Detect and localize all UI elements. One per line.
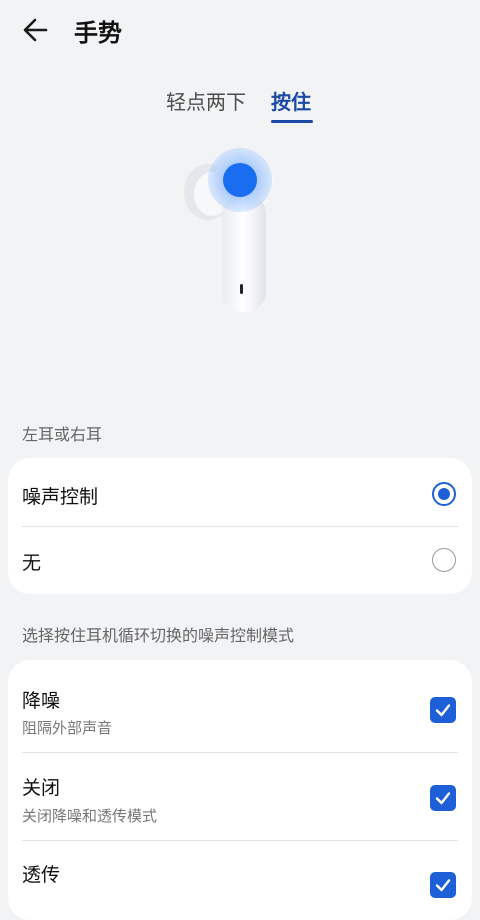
- mode-noise-cancel[interactable]: 降噪 阻隔外部声音: [8, 660, 472, 752]
- header: 手势: [0, 0, 480, 60]
- option-label: 无: [22, 552, 42, 574]
- mode-off[interactable]: 关闭 关闭降噪和透传模式: [8, 752, 472, 840]
- option-label: 噪声控制: [22, 486, 99, 508]
- mode-title: 透传: [22, 864, 61, 886]
- mode-title: 降噪: [22, 690, 61, 712]
- mode-transparency[interactable]: 透传: [8, 840, 472, 920]
- section-label-ear: 左耳或右耳: [22, 425, 103, 444]
- mode-title: 关闭: [22, 777, 61, 799]
- option-none[interactable]: 无: [8, 526, 472, 594]
- mode-options-card: 降噪 阻隔外部声音 关闭 关闭降噪和透传模式 透传: [8, 660, 472, 920]
- checkbox-checked-icon[interactable]: [430, 785, 456, 811]
- tab-double-tap[interactable]: 轻点两下: [166, 86, 246, 115]
- ear-option-card: 噪声控制 无: [8, 458, 472, 594]
- radio-selected-icon[interactable]: [432, 482, 456, 506]
- gesture-tabs: 轻点两下 按住: [0, 86, 480, 126]
- radio-unselected-icon[interactable]: [432, 548, 456, 572]
- back-arrow-icon[interactable]: [18, 12, 54, 48]
- active-tab-indicator: [271, 120, 313, 123]
- page-title: 手势: [74, 19, 122, 47]
- mode-subtitle: 阻隔外部声音: [22, 719, 113, 737]
- option-noise-control[interactable]: 噪声控制: [8, 458, 472, 526]
- mode-subtitle: 关闭降噪和透传模式: [22, 807, 158, 825]
- tab-press-hold[interactable]: 按住: [271, 86, 311, 115]
- checkbox-checked-icon[interactable]: [430, 697, 456, 723]
- checkbox-checked-icon[interactable]: [430, 872, 456, 898]
- section-label-modes: 选择按住耳机循环切换的噪声控制模式: [22, 626, 295, 645]
- earbud-illustration: [176, 142, 296, 322]
